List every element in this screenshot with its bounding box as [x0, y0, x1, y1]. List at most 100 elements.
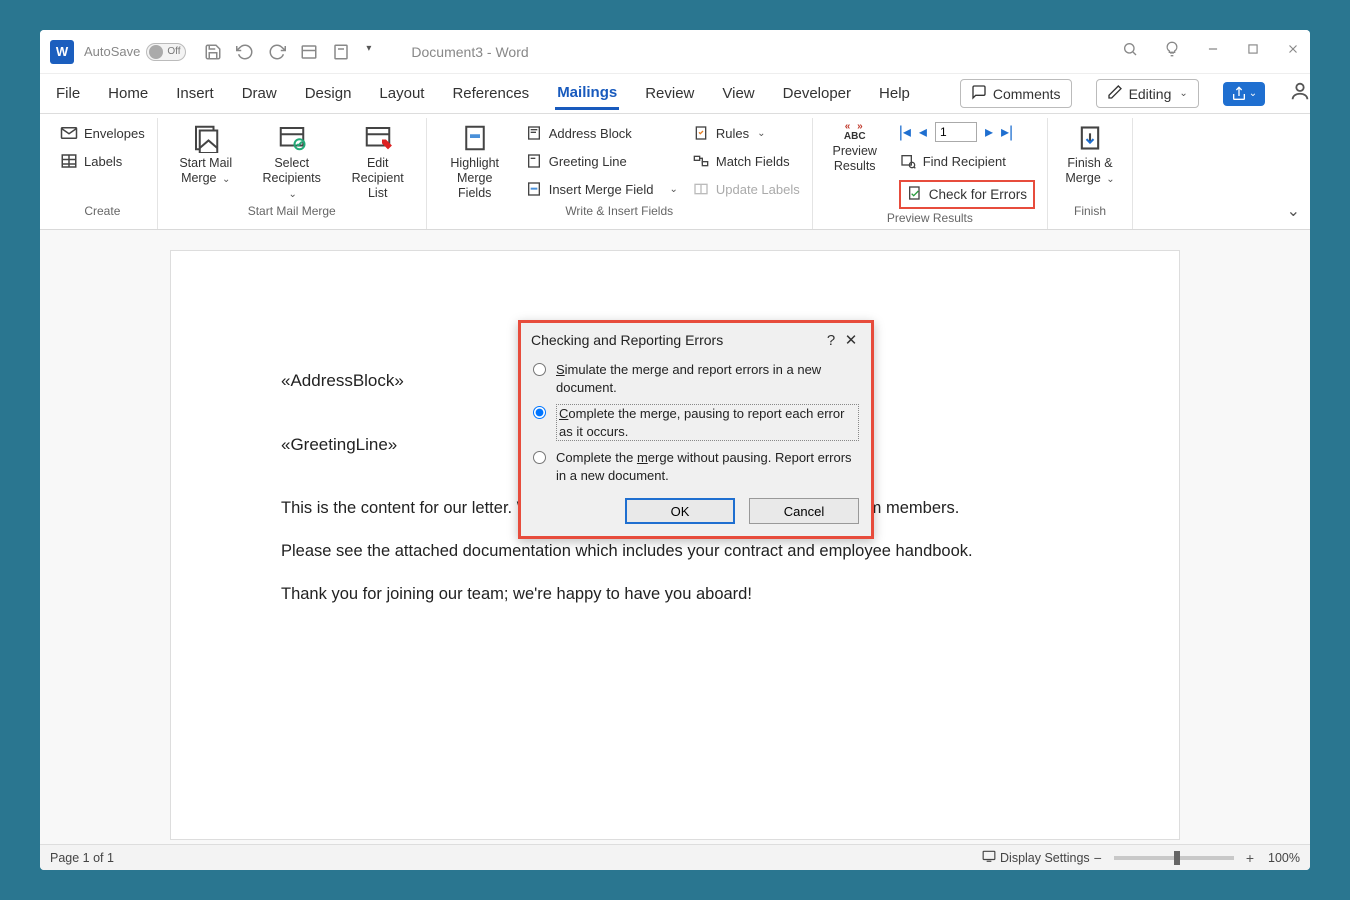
tab-layout[interactable]: Layout — [377, 79, 426, 108]
group-label-create: Create — [84, 204, 120, 218]
tab-home[interactable]: Home — [106, 79, 150, 108]
first-record-icon[interactable]: |◂ — [899, 122, 911, 142]
account-icon[interactable] — [1289, 80, 1310, 107]
search-icon[interactable] — [1122, 41, 1138, 62]
check-errors-icon — [907, 185, 923, 204]
zoom-slider[interactable] — [1114, 856, 1234, 860]
radio-complete-nopause[interactable] — [533, 451, 546, 464]
group-preview-results: « » ABC Preview Results |◂ ◂ ▸ ▸| — [813, 118, 1048, 229]
group-create: Envelopes Labels Create — [48, 118, 158, 229]
radio-option-complete-pause[interactable]: Complete the merge, pausing to report ea… — [521, 400, 871, 445]
titlebar-right — [1122, 41, 1300, 62]
editing-mode-button[interactable]: Editing ⌄ — [1096, 79, 1199, 108]
tab-mailings[interactable]: Mailings — [555, 78, 619, 110]
titlebar: W AutoSave Off ▾ Document3 - Word — [40, 30, 1310, 74]
insert-merge-field-button[interactable]: Insert Merge Field ⌄ — [525, 178, 678, 200]
ribbon-mailings: Envelopes Labels Create Start Mail Merge… — [40, 114, 1310, 230]
start-mail-merge-button[interactable]: Start Mail Merge ⌄ — [170, 122, 242, 186]
lightbulb-icon[interactable] — [1164, 41, 1180, 62]
ok-button[interactable]: OK — [625, 498, 735, 524]
last-record-icon[interactable]: ▸| — [1001, 122, 1013, 142]
document-title: Document3 - Word — [411, 44, 528, 60]
rules-button[interactable]: Rules⌄ — [692, 122, 800, 144]
update-labels-button: Update Labels — [692, 178, 800, 200]
edit-list-icon — [362, 122, 394, 154]
page-indicator[interactable]: Page 1 of 1 — [50, 851, 114, 865]
radio-option-simulate[interactable]: Simulate the merge and report errors in … — [521, 357, 871, 400]
record-number-input[interactable] — [935, 122, 977, 142]
toggle-knob — [149, 45, 163, 59]
tab-review[interactable]: Review — [643, 79, 696, 108]
find-recipient-button[interactable]: Find Recipient — [899, 150, 1035, 172]
cancel-button[interactable]: Cancel — [749, 498, 859, 524]
envelopes-label: Envelopes — [84, 126, 145, 141]
group-finish: Finish & Merge ⌄ Finish — [1048, 118, 1133, 229]
preview-abc-icon: « » ABC — [844, 122, 866, 142]
body-paragraph-3[interactable]: Thank you for joining our team; we're ha… — [281, 585, 1069, 604]
select-recipients-button[interactable]: Select Recipients ⌄ — [256, 122, 328, 201]
tab-draw[interactable]: Draw — [240, 79, 279, 108]
autosave-toggle[interactable]: AutoSave Off — [84, 43, 186, 61]
radio-option-complete-nopause[interactable]: Complete the merge without pausing. Repo… — [521, 445, 871, 488]
labels-icon — [60, 152, 78, 170]
tab-design[interactable]: Design — [303, 79, 354, 108]
record-navigation: |◂ ◂ ▸ ▸| — [899, 122, 1035, 142]
undo-icon[interactable] — [236, 43, 254, 61]
chevron-down-icon: ⌄ — [1179, 88, 1187, 99]
tab-file[interactable]: File — [54, 79, 82, 108]
zoom-in-button[interactable]: + — [1242, 850, 1258, 866]
radio-simulate[interactable] — [533, 363, 546, 376]
close-icon[interactable] — [1286, 42, 1300, 61]
body-paragraph-2[interactable]: Please see the attached documentation wh… — [281, 542, 1069, 561]
radio-complete-pause[interactable] — [533, 406, 546, 419]
comments-button[interactable]: Comments — [960, 79, 1072, 108]
maximize-icon[interactable] — [1246, 42, 1260, 61]
dialog-close-icon[interactable]: ✕ — [841, 331, 861, 349]
tab-developer[interactable]: Developer — [781, 79, 853, 108]
match-fields-button[interactable]: Match Fields — [692, 150, 800, 172]
rules-icon — [692, 124, 710, 142]
prev-record-icon[interactable]: ◂ — [919, 122, 927, 142]
zoom-out-button[interactable]: − — [1090, 850, 1106, 866]
tab-references[interactable]: References — [450, 79, 531, 108]
tab-view[interactable]: View — [720, 79, 756, 108]
group-label-start: Start Mail Merge — [248, 204, 336, 218]
qat-customize-icon[interactable]: ▾ — [366, 43, 371, 61]
display-settings-label[interactable]: Display Settings — [1000, 851, 1090, 865]
minimize-icon[interactable] — [1206, 42, 1220, 61]
zoom-thumb[interactable] — [1174, 851, 1180, 865]
tab-help[interactable]: Help — [877, 79, 912, 108]
share-button[interactable]: ⌄ — [1223, 82, 1265, 106]
insert-field-icon — [525, 180, 543, 198]
dialog-help-icon[interactable]: ? — [821, 332, 841, 349]
edit-recipient-list-button[interactable]: Edit Recipient List — [342, 122, 414, 201]
word-app-window: W AutoSave Off ▾ Document3 - Word Fil — [40, 30, 1310, 870]
tab-insert[interactable]: Insert — [174, 79, 216, 108]
dialog-titlebar: Checking and Reporting Errors ? ✕ — [521, 323, 871, 357]
next-record-icon[interactable]: ▸ — [985, 122, 993, 142]
qat-item-icon[interactable] — [332, 43, 350, 61]
group-write-insert: Highlight Merge Fields Address Block Gre… — [427, 118, 813, 229]
group-label-finish: Finish — [1074, 204, 1106, 218]
ribbon-tabs: File Home Insert Draw Design Layout Refe… — [40, 74, 1310, 114]
envelopes-button[interactable]: Envelopes — [60, 122, 145, 144]
chevron-down-icon: ⌄ — [1249, 88, 1257, 99]
highlight-icon — [459, 122, 491, 154]
save-icon[interactable] — [204, 43, 222, 61]
highlight-merge-fields-button[interactable]: Highlight Merge Fields — [439, 122, 511, 201]
address-block-button[interactable]: Address Block — [525, 122, 678, 144]
labels-button[interactable]: Labels — [60, 150, 145, 172]
greeting-line-button[interactable]: Greeting Line — [525, 150, 678, 172]
collapse-ribbon-icon[interactable]: ⌄ — [1287, 201, 1300, 221]
toggle-switch[interactable]: Off — [146, 43, 186, 61]
finish-merge-button[interactable]: Finish & Merge ⌄ — [1060, 122, 1120, 186]
recipients-icon — [276, 122, 308, 154]
qat-item-icon[interactable] — [300, 43, 318, 61]
repeat-icon[interactable] — [268, 43, 286, 61]
display-settings-icon[interactable] — [982, 849, 996, 866]
check-for-errors-button[interactable]: Check for Errors — [899, 180, 1035, 209]
preview-results-button[interactable]: « » ABC Preview Results — [825, 122, 885, 174]
group-label-write: Write & Insert Fields — [565, 204, 673, 218]
check-errors-dialog: Checking and Reporting Errors ? ✕ Simula… — [518, 320, 874, 539]
zoom-level[interactable]: 100% — [1268, 851, 1300, 865]
